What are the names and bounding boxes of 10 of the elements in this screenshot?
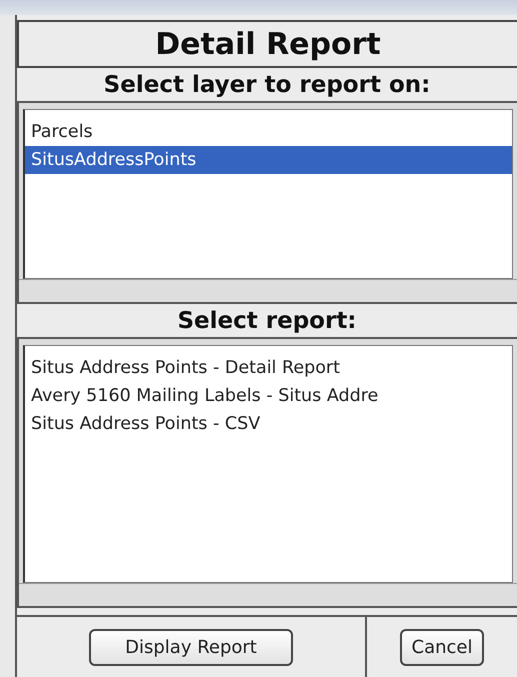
- list-item[interactable]: Parcels: [25, 118, 512, 146]
- list-item[interactable]: Avery 5160 Mailing Labels - Situs Addre: [25, 382, 512, 410]
- list-item[interactable]: Situs Address Points - Detail Report: [25, 354, 512, 382]
- section-heading: Select layer to report on:: [102, 71, 432, 100]
- section-heading: Select report:: [176, 307, 358, 336]
- list-item[interactable]: SitusAddressPoints: [25, 146, 512, 174]
- dialog-title: Detail Report: [17, 20, 517, 68]
- cancel-button[interactable]: Cancel: [400, 628, 484, 666]
- display-report-button[interactable]: Display Report: [89, 628, 293, 666]
- list-item[interactable]: Situs Address Points - CSV: [25, 410, 512, 438]
